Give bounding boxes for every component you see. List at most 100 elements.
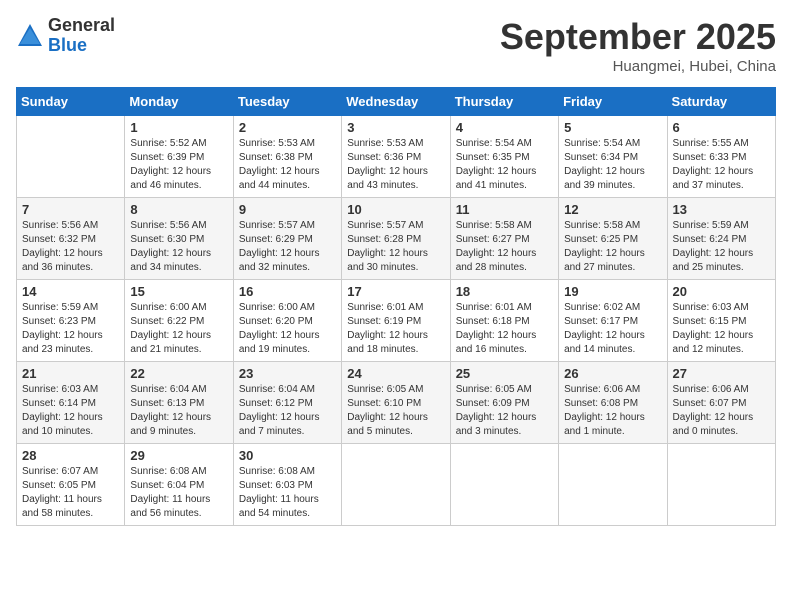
day-info: Sunrise: 6:01 AM Sunset: 6:19 PM Dayligh… <box>347 301 444 357</box>
calendar-cell: 29Sunrise: 6:08 AM Sunset: 6:04 PM Dayli… <box>125 444 233 526</box>
day-number: 3 <box>347 120 444 135</box>
calendar-cell: 16Sunrise: 6:00 AM Sunset: 6:20 PM Dayli… <box>233 280 341 362</box>
calendar-cell: 8 Sunrise: 5:56 AM Sunset: 6:30 PM Daylig… <box>125 198 233 280</box>
logo: General Blue <box>16 16 115 56</box>
calendar-cell: 7 Sunrise: 5:56 AM Sunset: 6:32 PM Daylig… <box>17 198 125 280</box>
day-number: 17 <box>347 284 444 299</box>
day-info: Sunrise: 5:56 AM Sunset: 6:30 PM Dayligh… <box>130 219 227 275</box>
month-title: September 2025 <box>500 16 776 58</box>
day-number: 8 <box>130 202 227 217</box>
calendar-week-1: 1Sunrise: 5:52 AM Sunset: 6:39 PM Daylig… <box>17 116 776 198</box>
day-number: 18 <box>456 284 553 299</box>
logo-blue-text: Blue <box>48 36 115 56</box>
calendar-cell <box>667 444 775 526</box>
calendar-cell: 3 Sunrise: 5:53 AM Sunset: 6:36 PM Daylig… <box>342 116 450 198</box>
calendar-cell: 27Sunrise: 6:06 AM Sunset: 6:07 PM Dayli… <box>667 362 775 444</box>
logo-icon <box>16 22 44 50</box>
day-number: 29 <box>130 448 227 463</box>
day-number: 6 <box>673 120 770 135</box>
day-number: 16 <box>239 284 336 299</box>
day-number: 30 <box>239 448 336 463</box>
day-number: 20 <box>673 284 770 299</box>
day-info: Sunrise: 6:05 AM Sunset: 6:10 PM Dayligh… <box>347 383 444 439</box>
calendar-cell <box>450 444 558 526</box>
day-info: Sunrise: 6:03 AM Sunset: 6:15 PM Dayligh… <box>673 301 770 357</box>
weekday-header-monday: Monday <box>125 88 233 116</box>
calendar-cell: 25 Sunrise: 6:05 AM Sunset: 6:09 PM Dayli… <box>450 362 558 444</box>
day-info: Sunrise: 6:04 AM Sunset: 6:13 PM Dayligh… <box>130 383 227 439</box>
day-info: Sunrise: 5:52 AM Sunset: 6:39 PM Dayligh… <box>130 137 227 193</box>
day-number: 27 <box>673 366 770 381</box>
weekday-header-sunday: Sunday <box>17 88 125 116</box>
day-number: 25 <box>456 366 553 381</box>
calendar-cell: 22 Sunrise: 6:04 AM Sunset: 6:13 PM Dayli… <box>125 362 233 444</box>
day-info: Sunrise: 6:02 AM Sunset: 6:17 PM Dayligh… <box>564 301 661 357</box>
calendar-cell: 15Sunrise: 6:00 AM Sunset: 6:22 PM Dayli… <box>125 280 233 362</box>
day-number: 7 <box>22 202 119 217</box>
calendar-cell: 28 Sunrise: 6:07 AM Sunset: 6:05 PM Dayli… <box>17 444 125 526</box>
calendar-cell: 1Sunrise: 5:52 AM Sunset: 6:39 PM Daylig… <box>125 116 233 198</box>
day-info: Sunrise: 5:53 AM Sunset: 6:38 PM Dayligh… <box>239 137 336 193</box>
calendar-week-2: 7 Sunrise: 5:56 AM Sunset: 6:32 PM Daylig… <box>17 198 776 280</box>
day-number: 24 <box>347 366 444 381</box>
calendar-cell: 26Sunrise: 6:06 AM Sunset: 6:08 PM Dayli… <box>559 362 667 444</box>
day-number: 13 <box>673 202 770 217</box>
day-info: Sunrise: 5:54 AM Sunset: 6:34 PM Dayligh… <box>564 137 661 193</box>
calendar-cell: 5 Sunrise: 5:54 AM Sunset: 6:34 PM Daylig… <box>559 116 667 198</box>
day-number: 28 <box>22 448 119 463</box>
calendar-cell: 20 Sunrise: 6:03 AM Sunset: 6:15 PM Dayli… <box>667 280 775 362</box>
day-info: Sunrise: 5:54 AM Sunset: 6:35 PM Dayligh… <box>456 137 553 193</box>
page-header: General Blue September 2025 Huangmei, Hu… <box>16 16 776 75</box>
calendar-cell: 17 Sunrise: 6:01 AM Sunset: 6:19 PM Dayli… <box>342 280 450 362</box>
day-number: 12 <box>564 202 661 217</box>
day-number: 4 <box>456 120 553 135</box>
calendar-week-5: 28 Sunrise: 6:07 AM Sunset: 6:05 PM Dayli… <box>17 444 776 526</box>
day-number: 21 <box>22 366 119 381</box>
calendar-cell: 30Sunrise: 6:08 AM Sunset: 6:03 PM Dayli… <box>233 444 341 526</box>
calendar-cell: 24 Sunrise: 6:05 AM Sunset: 6:10 PM Dayli… <box>342 362 450 444</box>
calendar-cell: 23 Sunrise: 6:04 AM Sunset: 6:12 PM Dayli… <box>233 362 341 444</box>
day-info: Sunrise: 6:00 AM Sunset: 6:22 PM Dayligh… <box>130 301 227 357</box>
day-info: Sunrise: 5:58 AM Sunset: 6:27 PM Dayligh… <box>456 219 553 275</box>
calendar-cell <box>342 444 450 526</box>
calendar-cell: 10 Sunrise: 5:57 AM Sunset: 6:28 PM Dayli… <box>342 198 450 280</box>
day-info: Sunrise: 5:58 AM Sunset: 6:25 PM Dayligh… <box>564 219 661 275</box>
calendar-cell: 19Sunrise: 6:02 AM Sunset: 6:17 PM Dayli… <box>559 280 667 362</box>
weekday-header-saturday: Saturday <box>667 88 775 116</box>
day-number: 5 <box>564 120 661 135</box>
day-info: Sunrise: 5:56 AM Sunset: 6:32 PM Dayligh… <box>22 219 119 275</box>
day-info: Sunrise: 5:59 AM Sunset: 6:24 PM Dayligh… <box>673 219 770 275</box>
weekday-header-friday: Friday <box>559 88 667 116</box>
calendar-cell <box>17 116 125 198</box>
calendar-table: SundayMondayTuesdayWednesdayThursdayFrid… <box>16 87 776 526</box>
logo-text: General Blue <box>48 16 115 56</box>
day-info: Sunrise: 6:04 AM Sunset: 6:12 PM Dayligh… <box>239 383 336 439</box>
calendar-cell: 21Sunrise: 6:03 AM Sunset: 6:14 PM Dayli… <box>17 362 125 444</box>
day-number: 14 <box>22 284 119 299</box>
calendar-week-3: 14 Sunrise: 5:59 AM Sunset: 6:23 PM Dayli… <box>17 280 776 362</box>
calendar-cell: 6Sunrise: 5:55 AM Sunset: 6:33 PM Daylig… <box>667 116 775 198</box>
weekday-header-wednesday: Wednesday <box>342 88 450 116</box>
day-info: Sunrise: 5:57 AM Sunset: 6:29 PM Dayligh… <box>239 219 336 275</box>
calendar-cell: 18Sunrise: 6:01 AM Sunset: 6:18 PM Dayli… <box>450 280 558 362</box>
calendar-cell: 2 Sunrise: 5:53 AM Sunset: 6:38 PM Daylig… <box>233 116 341 198</box>
day-number: 2 <box>239 120 336 135</box>
day-number: 10 <box>347 202 444 217</box>
calendar-cell: 4 Sunrise: 5:54 AM Sunset: 6:35 PM Daylig… <box>450 116 558 198</box>
day-number: 23 <box>239 366 336 381</box>
day-info: Sunrise: 5:53 AM Sunset: 6:36 PM Dayligh… <box>347 137 444 193</box>
day-number: 9 <box>239 202 336 217</box>
day-info: Sunrise: 5:57 AM Sunset: 6:28 PM Dayligh… <box>347 219 444 275</box>
day-number: 26 <box>564 366 661 381</box>
day-number: 22 <box>130 366 227 381</box>
logo-general-text: General <box>48 16 115 36</box>
calendar-cell: 13 Sunrise: 5:59 AM Sunset: 6:24 PM Dayli… <box>667 198 775 280</box>
day-number: 11 <box>456 202 553 217</box>
day-info: Sunrise: 5:59 AM Sunset: 6:23 PM Dayligh… <box>22 301 119 357</box>
weekday-header-thursday: Thursday <box>450 88 558 116</box>
day-info: Sunrise: 6:05 AM Sunset: 6:09 PM Dayligh… <box>456 383 553 439</box>
calendar-cell: 12 Sunrise: 5:58 AM Sunset: 6:25 PM Dayli… <box>559 198 667 280</box>
day-info: Sunrise: 6:07 AM Sunset: 6:05 PM Dayligh… <box>22 465 119 521</box>
weekday-header-row: SundayMondayTuesdayWednesdayThursdayFrid… <box>17 88 776 116</box>
calendar-cell: 11 Sunrise: 5:58 AM Sunset: 6:27 PM Dayli… <box>450 198 558 280</box>
